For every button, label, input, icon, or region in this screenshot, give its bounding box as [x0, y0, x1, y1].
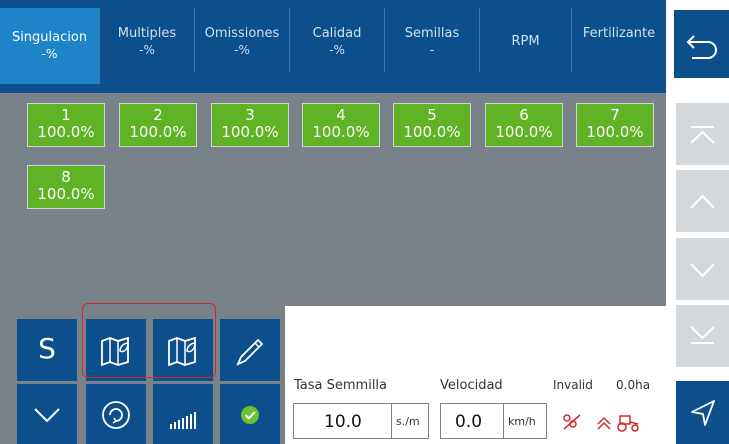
back-button[interactable]	[674, 10, 729, 78]
scroll-column	[666, 93, 729, 386]
row-value: 100.0%	[586, 123, 644, 141]
status-footer: Tasa Semmilla 10.0 s./m Velocidad 0.0 km…	[285, 376, 666, 444]
refresh-icon	[102, 401, 130, 429]
tab-omissiones[interactable]: Omissiones -%	[195, 8, 290, 72]
signal-button[interactable]	[153, 384, 213, 444]
tab-label: Semillas	[404, 26, 460, 41]
navigation-icon	[691, 400, 715, 426]
refresh-button[interactable]	[86, 384, 146, 444]
seed-rate-unit: s./m	[391, 404, 420, 438]
tab-multiples[interactable]: Multiples -%	[100, 8, 195, 72]
tab-singulacion[interactable]: Singulacion -%	[0, 8, 100, 84]
scroll-bottom-button[interactable]	[676, 305, 729, 367]
row-number: 3	[245, 106, 255, 124]
scroll-bottom-icon	[690, 326, 715, 344]
seed-off-icon	[563, 414, 581, 430]
navigation-button[interactable]	[676, 381, 729, 444]
row-number: 5	[427, 106, 437, 124]
back-button-area	[666, 0, 729, 93]
row-value: 100.0%	[129, 123, 187, 141]
back-arrow-icon	[686, 35, 717, 59]
row-value: 100.0%	[495, 123, 553, 141]
row-number: 2	[153, 106, 163, 124]
tab-label: Multiples	[117, 26, 177, 41]
row-value: 100.0%	[37, 123, 95, 141]
tab-label: Fertilizante	[582, 26, 656, 41]
tractor-icon	[597, 415, 639, 432]
row-number: 8	[61, 168, 71, 186]
signal-bars-icon	[170, 412, 196, 429]
row-value: 100.0%	[312, 123, 370, 141]
tab-value: -%	[329, 43, 345, 57]
pencil-button[interactable]	[220, 319, 280, 381]
seed-rate-label: Tasa Semmilla	[294, 378, 388, 393]
tab-label: Omissiones	[204, 26, 280, 41]
tab-rpm[interactable]: RPM	[480, 8, 572, 72]
speed-value: 0.0	[455, 412, 483, 432]
row-cell-3[interactable]: 3 100.0%	[211, 103, 289, 147]
tab-bar: Singulacion -% Multiples -% Omissiones -…	[0, 0, 666, 93]
check-icon	[241, 406, 259, 424]
area-value: 0.0ha	[616, 378, 651, 392]
row-number: 4	[336, 106, 346, 124]
scroll-up-icon	[690, 194, 715, 209]
scroll-up-button[interactable]	[676, 170, 729, 232]
row-cell-4[interactable]: 4 100.0%	[302, 103, 380, 147]
map-buttons-highlight	[82, 303, 216, 378]
row-value: 100.0%	[221, 123, 279, 141]
tab-value: -%	[234, 43, 250, 57]
gps-status: Invalid	[553, 378, 593, 392]
tab-calidad[interactable]: Calidad -%	[290, 8, 385, 72]
scroll-down-icon	[690, 263, 715, 278]
row-value: 100.0%	[403, 123, 461, 141]
scroll-top-icon	[690, 126, 715, 144]
speed-label: Velocidad	[440, 378, 503, 393]
tab-label: Singulacion	[11, 30, 88, 45]
confirm-button[interactable]	[220, 384, 280, 444]
tab-value: -%	[139, 43, 155, 57]
row-number: 6	[519, 106, 529, 124]
scroll-top-button[interactable]	[676, 103, 729, 165]
tab-fertilizante[interactable]: Fertilizante	[572, 8, 666, 72]
row-status-panel: 1 100.0% 2 100.0% 3 100.0% 4 100.0% 5 10…	[0, 93, 666, 306]
row-value: 100.0%	[37, 185, 95, 203]
row-cell-7[interactable]: 7 100.0%	[576, 103, 654, 147]
tab-label: RPM	[511, 34, 540, 49]
s-button[interactable]: S	[17, 319, 77, 381]
row-number: 7	[610, 106, 620, 124]
speed-unit: km/h	[503, 404, 536, 438]
tab-value: -	[429, 43, 435, 57]
row-cell-2[interactable]: 2 100.0%	[119, 103, 197, 147]
seed-rate-field[interactable]: 10.0 s./m	[293, 403, 429, 439]
row-cell-8[interactable]: 8 100.0%	[27, 165, 105, 209]
row-number: 1	[61, 106, 71, 124]
scroll-down-button[interactable]	[676, 238, 729, 300]
toolbar-spacer	[285, 306, 666, 376]
row-cell-6[interactable]: 6 100.0%	[485, 103, 563, 147]
speed-field[interactable]: 0.0 km/h	[440, 403, 547, 439]
tab-label: Calidad	[312, 26, 362, 41]
pencil-icon	[236, 338, 264, 366]
row-cell-1[interactable]: 1 100.0%	[27, 103, 105, 147]
tab-semillas[interactable]: Semillas -	[385, 8, 480, 72]
row-cell-5[interactable]: 5 100.0%	[393, 103, 471, 147]
expand-button[interactable]	[17, 384, 77, 444]
chevron-down-icon	[34, 408, 60, 423]
seed-rate-value: 10.0	[324, 412, 362, 432]
tab-value: -%	[41, 47, 58, 61]
